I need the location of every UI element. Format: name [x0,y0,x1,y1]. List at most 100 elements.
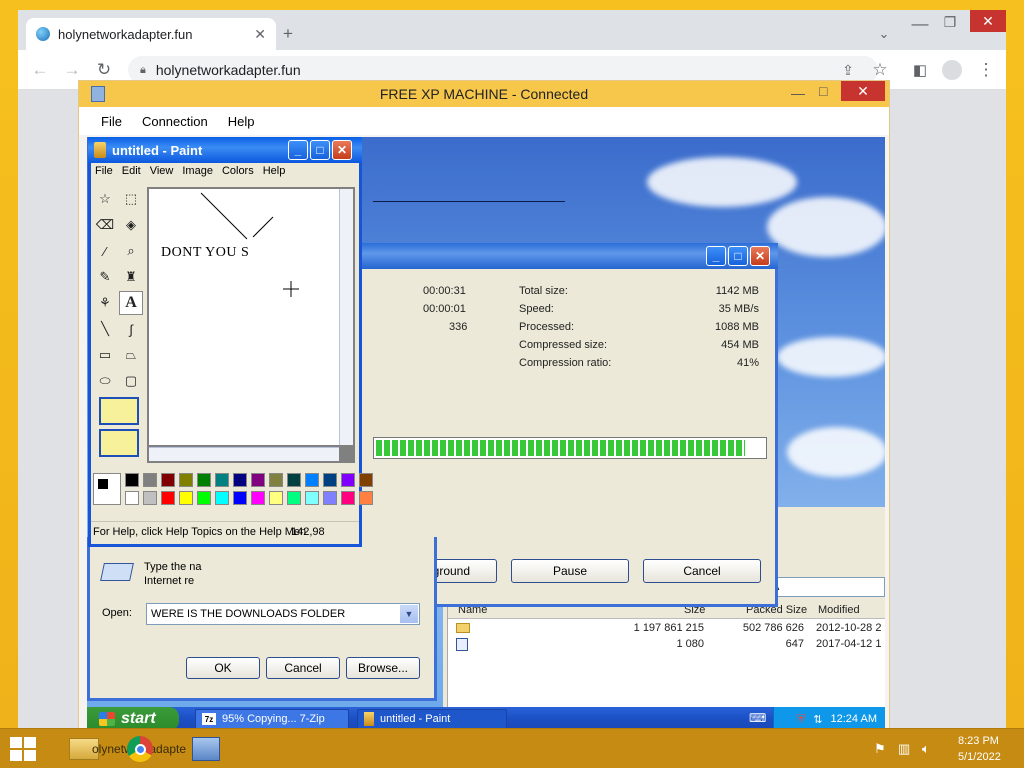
color-swatch[interactable] [197,473,211,487]
pause-button[interactable]: Pause [511,559,629,583]
color-swatch[interactable] [161,491,175,505]
color-swatch[interactable] [251,473,265,487]
color-swatch[interactable] [251,491,265,505]
color-swatch[interactable] [125,473,139,487]
col-modified[interactable]: Modified [818,604,860,616]
maximize-button[interactable]: □ [310,140,330,160]
color-swatch[interactable] [143,491,157,505]
color-swatch[interactable] [197,491,211,505]
color-swatch[interactable] [233,491,247,505]
path-field[interactable]: A [767,577,885,597]
color-swatch[interactable] [179,491,193,505]
browse-button[interactable]: Browse... [346,657,420,679]
back-icon[interactable]: ← [28,58,52,82]
current-colors[interactable] [93,473,121,505]
color-swatch[interactable] [269,473,283,487]
reload-icon[interactable]: ↻ [92,58,116,82]
minimize-button[interactable]: _ [288,140,308,160]
rect-select-icon[interactable]: ⬚ [119,187,143,211]
tool-option-transparent-icon[interactable] [99,429,139,457]
task-paint[interactable]: untitled - Paint [357,709,507,729]
bookmark-star-icon[interactable]: ☆ [868,58,892,82]
new-tab-button[interactable]: + [276,22,300,46]
volume-icon[interactable]: 🔈︎ [922,741,930,757]
maximize-button[interactable]: ❐ [938,10,962,34]
color-swatch[interactable] [161,473,175,487]
table-row[interactable]: 1 197 861 215 502 786 626 2012-10-28 2 [448,621,885,637]
eraser-icon[interactable]: ⌫ [93,213,117,237]
maximize-button[interactable]: □ [819,83,827,99]
color-swatch[interactable] [341,491,355,505]
polygon-icon[interactable]: ⏢ [119,343,143,367]
menu-file[interactable]: File [95,165,113,183]
airbrush-icon[interactable]: ⚘ [93,291,117,315]
magnifier-icon[interactable]: ⌕ [119,239,143,263]
vertical-scrollbar[interactable] [339,189,353,445]
color-swatch[interactable] [323,491,337,505]
menu-help[interactable]: Help [228,114,255,129]
free-select-icon[interactable]: ☆ [93,187,117,211]
color-swatch[interactable] [143,473,157,487]
color-swatch[interactable] [287,491,301,505]
ok-button[interactable]: OK [186,657,260,679]
menu-image[interactable]: Image [182,165,213,183]
color-swatch[interactable] [341,473,355,487]
text-tool-icon[interactable]: A [119,291,143,315]
network-icon[interactable]: ▥ [898,741,910,757]
brush-icon[interactable]: ♜ [119,265,143,289]
side-panel-icon[interactable]: ◧ [908,58,932,82]
close-icon[interactable]: ✕ [254,26,266,43]
paint-canvas[interactable]: DONT YOU S [149,189,339,445]
horizontal-scrollbar[interactable] [149,447,339,461]
minimize-button[interactable]: — [908,12,932,36]
tab-search-icon[interactable]: ⌄ [872,22,896,46]
pencil-icon[interactable]: ✎ [93,265,117,289]
menu-connection[interactable]: Connection [142,114,208,129]
color-picker-icon[interactable]: ⁄ [93,239,117,263]
open-input[interactable]: WERE IS THE DOWNLOADS FOLDER [151,608,345,620]
menu-file[interactable]: File [101,114,122,129]
color-swatch[interactable] [215,473,229,487]
color-swatch[interactable] [305,491,319,505]
maximize-button[interactable]: □ [728,246,748,266]
line-icon[interactable]: ╲ [93,317,117,341]
cancel-button[interactable]: Cancel [643,559,761,583]
network-icon[interactable]: ⇅ [813,713,822,726]
menu-help[interactable]: Help [263,165,286,183]
rounded-rect-icon[interactable]: ▢ [119,369,143,393]
color-swatch[interactable] [287,473,301,487]
ellipse-icon[interactable]: ⬭ [93,369,117,393]
color-swatch[interactable] [125,491,139,505]
keyboard-icon[interactable]: ⌨ [749,711,766,725]
profile-avatar-icon[interactable] [940,58,964,82]
task-7zip[interactable]: 7z 95% Copying... 7-Zip [195,709,349,729]
color-swatch[interactable] [323,473,337,487]
security-shield-icon[interactable]: ⛨ [797,713,805,726]
color-swatch[interactable] [233,473,247,487]
color-swatch[interactable] [359,491,373,505]
minimize-button[interactable]: — [791,85,805,101]
color-swatch[interactable] [269,491,283,505]
color-swatch[interactable] [305,473,319,487]
table-row[interactable]: 1 080 647 2017-04-12 1 [448,637,885,653]
windows-start-icon[interactable] [10,737,36,761]
menu-colors[interactable]: Colors [222,165,254,183]
share-icon[interactable]: ⇪ [836,58,860,82]
chevron-down-icon[interactable]: ▼ [400,605,418,623]
curve-icon[interactable]: ∫ [119,317,143,341]
chrome-icon[interactable] [118,731,162,767]
rectangle-icon[interactable]: ▭ [93,343,117,367]
minimize-button[interactable]: _ [706,246,726,266]
open-combobox[interactable]: WERE IS THE DOWNLOADS FOLDER ▼ [146,603,420,625]
color-swatch[interactable] [359,473,373,487]
menu-edit[interactable]: Edit [122,165,141,183]
close-button[interactable]: ✕ [750,246,770,266]
menu-view[interactable]: View [150,165,174,183]
close-button[interactable]: ✕ [332,140,352,160]
close-window-button[interactable]: ✕ [970,10,1006,32]
close-button[interactable]: ✕ [841,81,885,101]
cancel-button[interactable]: Cancel [266,657,340,679]
menu-dots-icon[interactable]: ⋮ [974,58,998,82]
remote-desktop-icon[interactable] [184,731,228,767]
fill-icon[interactable]: ◈ [119,213,143,237]
